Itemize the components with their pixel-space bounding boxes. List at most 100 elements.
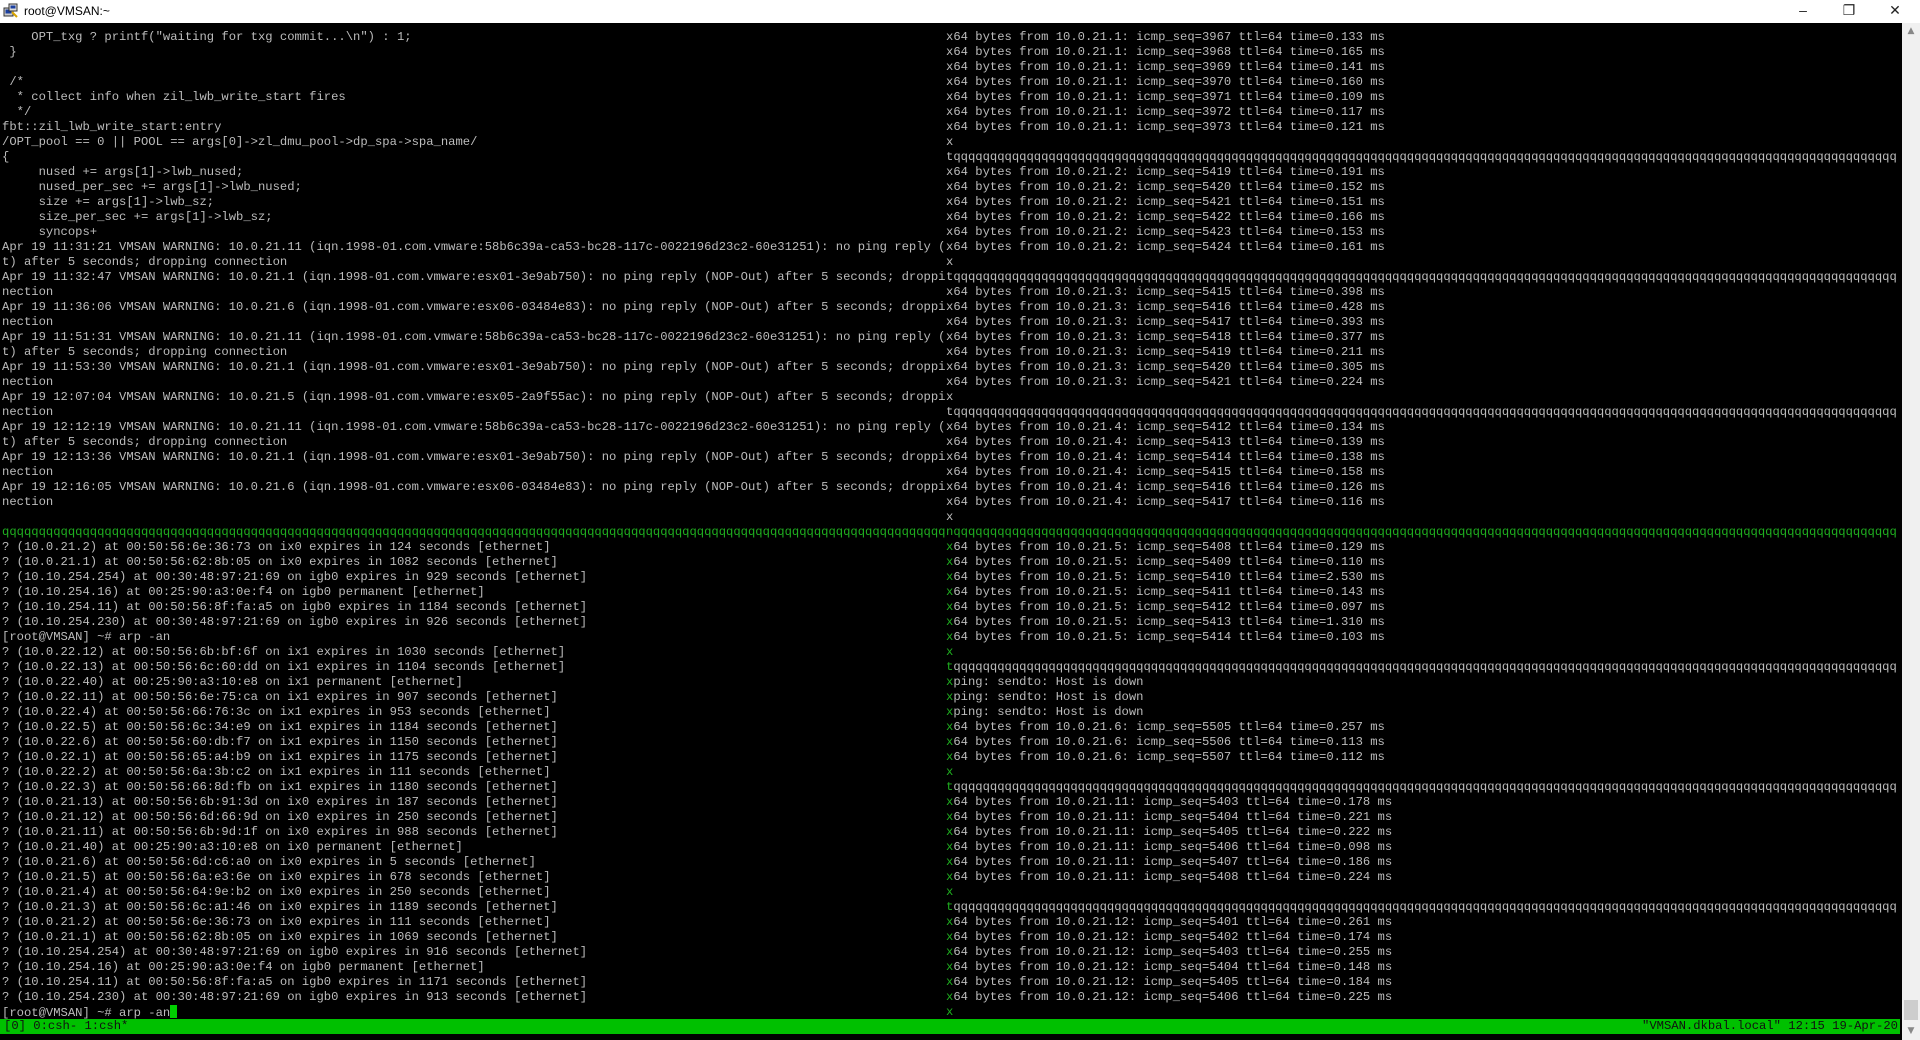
terminal-line: x64 bytes from 10.0.21.3: icmp_seq=5415 … (946, 285, 1900, 300)
terminal-line-text: ? (10.0.21.1) at 00:50:56:62:8b:05 on ix… (2, 930, 558, 944)
terminal-line: ? (10.0.22.40) at 00:25:90:a3:10:e8 on i… (2, 675, 946, 690)
terminal-line: x64 bytes from 10.0.21.12: icmp_seq=5402… (946, 930, 1900, 945)
terminal-line: x64 bytes from 10.0.21.3: icmp_seq=5421 … (946, 375, 1900, 390)
terminal-line-text: 64 bytes from 10.0.21.1: icmp_seq=3967 t… (953, 30, 1385, 44)
minimize-button[interactable]: – (1780, 0, 1826, 23)
tmux-host-clock: "VMSAN.dkbal.local" 12:15 19-Apr-20 (1642, 1019, 1898, 1033)
terminal-line-text: nection (2, 405, 54, 419)
terminal-line-text: 64 bytes from 10.0.21.11: icmp_seq=5407 … (953, 855, 1393, 869)
terminal-line: x64 bytes from 10.0.21.12: icmp_seq=5403… (946, 945, 1900, 960)
terminal-line: ? (10.0.22.5) at 00:50:56:6c:34:e9 on ix… (2, 720, 946, 735)
terminal-line-text: ping: sendto: Host is down (953, 705, 1144, 719)
terminal-line: ? (10.0.21.1) at 00:50:56:62:8b:05 on ix… (2, 555, 946, 570)
terminal-line-text: ping: sendto: Host is down (953, 675, 1144, 689)
close-button[interactable]: ✕ (1872, 0, 1918, 23)
terminal-line-text: ? (10.0.21.2) at 00:50:56:6e:36:73 on ix… (2, 915, 551, 929)
terminal-line: x64 bytes from 10.0.21.11: icmp_seq=5408… (946, 870, 1900, 885)
pane-separator: qqqqqqqqqqqqqqqqqqqqqqqqqqqqqqqqqqqqqqqq… (2, 525, 946, 540)
scroll-down-arrow-icon[interactable]: ▼ (1902, 1023, 1920, 1040)
text-cursor (170, 1005, 178, 1018)
terminal-line-text: 64 bytes from 10.0.21.11: icmp_seq=5408 … (953, 870, 1393, 884)
terminal-line-text: fbt::zil_lwb_write_start:entry (2, 120, 222, 134)
terminal-line-text: Apr 19 11:31:21 VMSAN WARNING: 10.0.21.1… (2, 240, 946, 254)
terminal-line-text: 64 bytes from 10.0.21.2: icmp_seq=5424 t… (953, 240, 1385, 254)
terminal-line-text: * collect info when zil_lwb_write_start … (2, 90, 346, 104)
terminal-line-text: qqqqqqqqqqqqqqqqqqqqqqqqqqqqqqqqqqqqqqqq… (953, 270, 1897, 284)
terminal-line-text: 64 bytes from 10.0.21.12: icmp_seq=5402 … (953, 930, 1393, 944)
terminal-line: size_per_sec += args[1]->lwb_sz; (2, 210, 946, 225)
terminal-line-text: ? (10.0.21.2) at 00:50:56:6e:36:73 on ix… (2, 540, 551, 554)
terminal-line: x64 bytes from 10.0.21.3: icmp_seq=5418 … (946, 330, 1900, 345)
terminal-line-text: 64 bytes from 10.0.21.11: icmp_seq=5406 … (953, 840, 1393, 854)
terminal-line: ? (10.0.22.3) at 00:50:56:66:8d:fb on ix… (2, 780, 946, 795)
terminal-line-text: nused_per_sec += args[1]->lwb_nused; (2, 180, 302, 194)
terminal-line-text: 64 bytes from 10.0.21.1: icmp_seq=3969 t… (953, 60, 1385, 74)
terminal-line-text: ? (10.0.21.1) at 00:50:56:62:8b:05 on ix… (2, 555, 558, 569)
terminal-line-text: ? (10.0.22.4) at 00:50:56:66:76:3c on ix… (2, 705, 551, 719)
pane-separator: nqqqqqqqqqqqqqqqqqqqqqqqqqqqqqqqqqqqqqqq… (946, 525, 1900, 540)
terminal-line-text: 64 bytes from 10.0.21.4: icmp_seq=5415 t… (953, 465, 1385, 479)
pane-border: x (946, 510, 954, 524)
terminal-line: x64 bytes from 10.0.21.11: icmp_seq=5405… (946, 825, 1900, 840)
terminal-line: x64 bytes from 10.0.21.2: icmp_seq=5422 … (946, 210, 1900, 225)
terminal-line: OPT_txg ? printf("waiting for txg commit… (2, 30, 946, 45)
maximize-button[interactable]: ❐ (1826, 0, 1872, 23)
terminal-line: Apr 19 11:36:06 VMSAN WARNING: 10.0.21.6… (2, 300, 946, 315)
scroll-up-arrow-icon[interactable]: ▲ (1902, 23, 1920, 40)
terminal-line: nection (2, 285, 946, 300)
terminal-line: x64 bytes from 10.0.21.4: icmp_seq=5413 … (946, 435, 1900, 450)
terminal-line: xping: sendto: Host is down (946, 675, 1900, 690)
terminal-line: ? (10.0.22.4) at 00:50:56:66:76:3c on ix… (2, 705, 946, 720)
terminal-line: x64 bytes from 10.0.21.2: icmp_seq=5419 … (946, 165, 1900, 180)
terminal-line-text: 64 bytes from 10.0.21.2: icmp_seq=5423 t… (953, 225, 1385, 239)
terminal[interactable]: OPT_txg ? printf("waiting for txg commit… (0, 23, 1902, 1040)
terminal-line-text: ? (10.0.21.40) at 00:25:90:a3:10:e8 on i… (2, 840, 463, 854)
terminal-line: x64 bytes from 10.0.21.5: icmp_seq=5413 … (946, 615, 1900, 630)
putty-icon (3, 3, 18, 18)
terminal-line-text: 64 bytes from 10.0.21.3: icmp_seq=5415 t… (953, 285, 1385, 299)
terminal-line: x64 bytes from 10.0.21.2: icmp_seq=5420 … (946, 180, 1900, 195)
terminal-line: ? (10.0.22.13) at 00:50:56:6c:60:dd on i… (2, 660, 946, 675)
terminal-line-text: 64 bytes from 10.0.21.5: icmp_seq=5409 t… (953, 555, 1385, 569)
terminal-line: x64 bytes from 10.0.21.11: icmp_seq=5407… (946, 855, 1900, 870)
pane-separator: tqqqqqqqqqqqqqqqqqqqqqqqqqqqqqqqqqqqqqqq… (946, 405, 1900, 420)
terminal-line-text: t) after 5 seconds; dropping connection (2, 435, 288, 449)
terminal-line-text: qqqqqqqqqqqqqqqqqqqqqqqqqqqqqqqqqqqqqqqq… (953, 660, 1897, 674)
scrollbar-thumb[interactable] (1904, 1000, 1918, 1020)
terminal-line: x64 bytes from 10.0.21.1: icmp_seq=3967 … (946, 30, 1900, 45)
terminal-line-text: 64 bytes from 10.0.21.4: icmp_seq=5413 t… (953, 435, 1385, 449)
terminal-line: x (946, 390, 1900, 405)
vertical-scrollbar[interactable]: ▲ ▼ (1902, 23, 1920, 1040)
terminal-line: ? (10.0.21.5) at 00:50:56:6a:e3:6e on ix… (2, 870, 946, 885)
terminal-line: x64 bytes from 10.0.21.2: icmp_seq=5421 … (946, 195, 1900, 210)
pane-border: x (946, 255, 954, 269)
pane-separator: tqqqqqqqqqqqqqqqqqqqqqqqqqqqqqqqqqqqqqqq… (946, 270, 1900, 285)
terminal-line: x (946, 135, 1900, 150)
terminal-line: x64 bytes from 10.0.21.12: icmp_seq=5405… (946, 975, 1900, 990)
terminal-line-text: 64 bytes from 10.0.21.3: icmp_seq=5417 t… (953, 315, 1385, 329)
terminal-line: ? (10.10.254.11) at 00:50:56:8f:fa:a5 on… (2, 975, 946, 990)
terminal-line: ? (10.10.254.230) at 00:30:48:97:21:69 o… (2, 615, 946, 630)
terminal-line-text: ? (10.10.254.254) at 00:30:48:97:21:69 o… (2, 570, 588, 584)
terminal-line: xping: sendto: Host is down (946, 690, 1900, 705)
terminal-line: nection (2, 375, 946, 390)
pane-border: x (946, 390, 954, 404)
terminal-line: ? (10.0.21.1) at 00:50:56:62:8b:05 on ix… (2, 930, 946, 945)
terminal-line: x64 bytes from 10.0.21.3: icmp_seq=5417 … (946, 315, 1900, 330)
terminal-line: x (946, 1005, 1900, 1020)
terminal-line: x (946, 645, 1900, 660)
terminal-line: t) after 5 seconds; dropping connection (2, 255, 946, 270)
terminal-line-text: OPT_txg ? printf("waiting for txg commit… (2, 30, 412, 44)
terminal-line-text: ? (10.10.254.16) at 00:25:90:a3:0e:f4 on… (2, 960, 485, 974)
right-pane[interactable]: x 64 bytes from 10.0.21.1: icmp_seq=3967 … (946, 30, 1900, 1020)
left-pane[interactable]: OPT_txg ? printf("waiting for txg commit… (2, 30, 946, 1020)
terminal-line-text: ? (10.0.22.1) at 00:50:56:65:a4:b9 on ix… (2, 750, 558, 764)
terminal-line: ? (10.10.254.16) at 00:25:90:a3:0e:f4 on… (2, 585, 946, 600)
terminal-line: ? (10.10.254.254) at 00:30:48:97:21:69 o… (2, 570, 946, 585)
terminal-line-text: size += args[1]->lwb_sz; (2, 195, 215, 209)
terminal-line: [root@VMSAN] ~# arp -an (2, 1005, 946, 1020)
terminal-line-text: 64 bytes from 10.0.21.6: icmp_seq=5506 t… (953, 735, 1385, 749)
terminal-line-text: 64 bytes from 10.0.21.12: icmp_seq=5405 … (953, 975, 1393, 989)
tmux-window-list[interactable]: [0] 0:csh- 1:csh* (4, 1019, 128, 1034)
